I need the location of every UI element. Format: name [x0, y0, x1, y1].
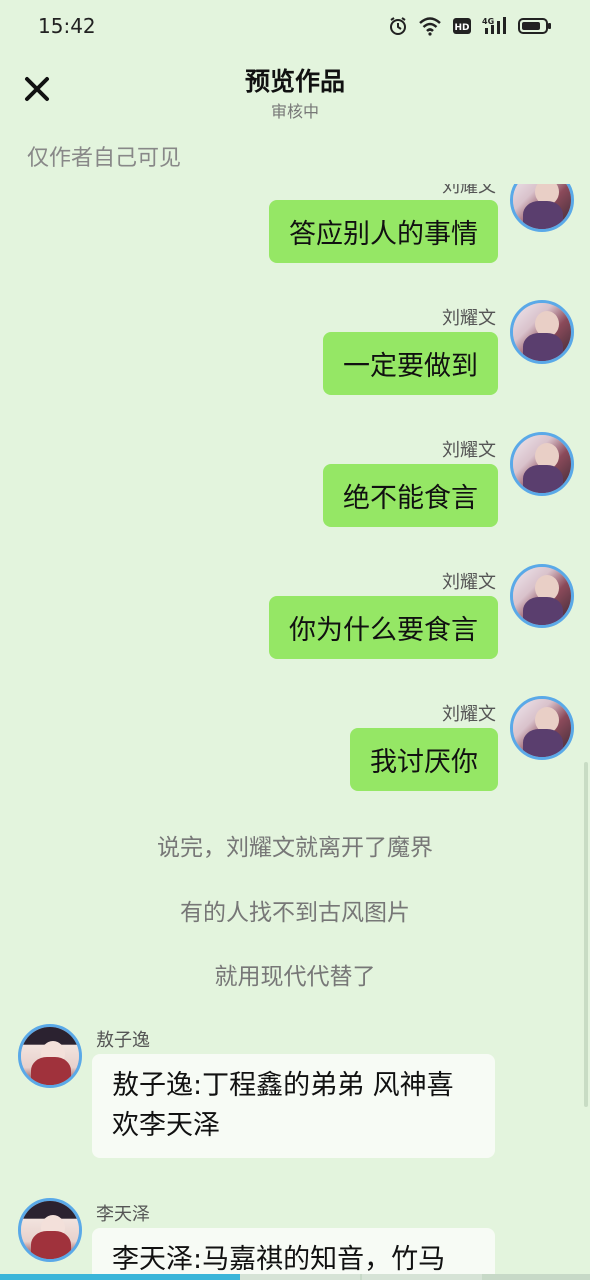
hd-icon: HD — [453, 18, 471, 34]
avatar[interactable] — [510, 564, 574, 628]
message-right: 刘耀文 一定要做到 — [14, 300, 574, 414]
status-bar: 15:42 HD 4G — [0, 0, 590, 52]
sender-name: 刘耀文 — [442, 704, 496, 725]
message-bubble[interactable]: 敖子逸:丁程鑫的弟弟 风神喜欢李天泽 — [92, 1054, 495, 1158]
signal-4g-icon: 4G — [482, 17, 506, 34]
status-time: 15:42 — [38, 14, 96, 38]
message-right: 刘耀文 答应别人的事情 — [14, 184, 574, 282]
battery-icon — [518, 18, 551, 34]
sender-name: 刘耀文 — [442, 440, 496, 461]
svg-text:HD: HD — [454, 23, 469, 33]
alarm-icon — [390, 17, 406, 35]
svg-text:4G: 4G — [482, 17, 494, 26]
chat-area[interactable]: 刘耀文 答应别人的事情 刘耀文 一定要做到 刘耀文 绝不能食言 刘耀文 你为什么… — [0, 184, 590, 1280]
progress-bar — [0, 1274, 590, 1280]
status-icons: HD 4G — [388, 16, 552, 36]
review-status: 审核中 — [270, 102, 319, 121]
sender-name: 李天泽 — [96, 1204, 150, 1225]
sender-name: 敖子逸 — [96, 1030, 150, 1051]
message-right: 刘耀文 你为什么要食言 — [14, 564, 574, 678]
avatar[interactable] — [18, 1024, 82, 1088]
message-bubble[interactable]: 我讨厌你 — [350, 728, 498, 791]
avatar[interactable] — [18, 1198, 82, 1262]
message-bubble[interactable]: 一定要做到 — [323, 332, 498, 395]
message-bubble[interactable]: 答应别人的事情 — [269, 200, 498, 263]
avatar[interactable] — [510, 184, 574, 232]
avatar[interactable] — [510, 432, 574, 496]
avatar[interactable] — [510, 696, 574, 760]
wifi-icon — [419, 17, 441, 36]
narration-text: 有的人找不到古风图片 — [180, 900, 410, 926]
message-bubble[interactable]: 绝不能食言 — [323, 464, 498, 527]
sender-name: 刘耀文 — [442, 308, 496, 329]
header: 预览作品 审核中 仅作者自己可见 — [0, 52, 590, 184]
message-bubble[interactable]: 你为什么要食言 — [269, 596, 498, 659]
page-title: 预览作品 — [244, 67, 345, 96]
progress-segment — [240, 1274, 360, 1280]
message-right: 刘耀文 我讨厌你 — [14, 696, 574, 810]
visibility-note: 仅作者自己可见 — [27, 146, 182, 171]
message-right: 刘耀文 绝不能食言 — [14, 432, 574, 546]
sender-name: 刘耀文 — [442, 184, 496, 197]
sender-name: 刘耀文 — [442, 572, 496, 593]
message-bubble[interactable]: 李天泽:马嘉祺的知音，竹马 — [92, 1228, 495, 1280]
narration-text: 说完，刘耀文就离开了魔界 — [157, 835, 433, 861]
narration-text: 就用现代代替了 — [214, 964, 376, 990]
scrollbar[interactable] — [584, 762, 588, 1107]
progress-segment — [362, 1274, 482, 1280]
avatar[interactable] — [510, 300, 574, 364]
progress-fill — [0, 1274, 240, 1280]
